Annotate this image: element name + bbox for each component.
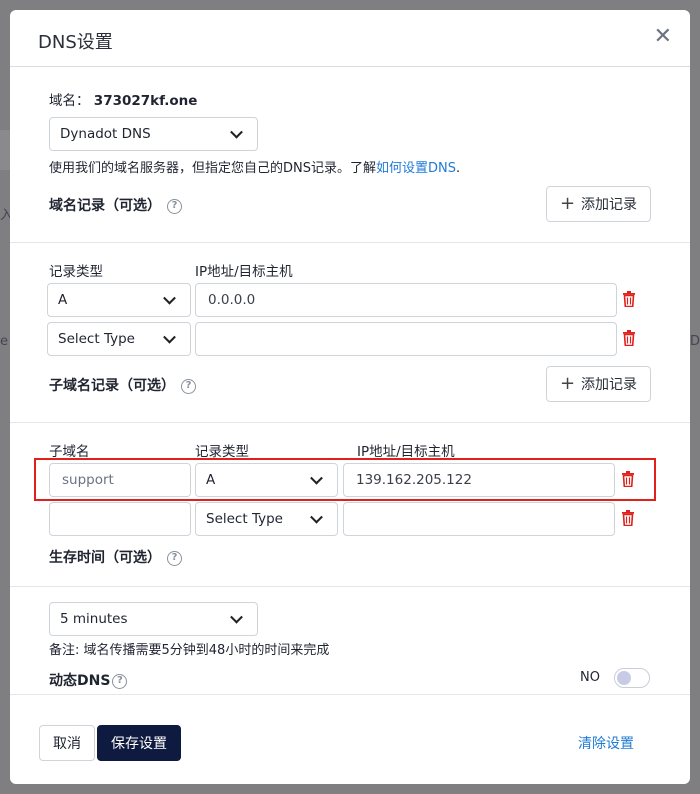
clear-settings-link[interactable]: 清除设置 (570, 725, 642, 761)
background-text: e (0, 334, 8, 349)
record-type-value: A (58, 292, 68, 308)
add-record-label: 添加记录 (581, 197, 638, 213)
chevron-down-icon (163, 330, 176, 344)
cancel-button[interactable]: 取消 (39, 725, 95, 761)
chevron-down-icon (230, 125, 243, 139)
record-type-select[interactable]: A (47, 283, 191, 317)
info-text: 使用我们的域名服务器，但指定您自己的DNS记录。了解 (49, 161, 376, 176)
dynamic-dns-state: NO (580, 670, 600, 685)
ttl-title: 生存时间（可选） (49, 550, 161, 566)
divider (10, 694, 690, 695)
help-icon[interactable]: ? (167, 198, 182, 214)
record-type-select[interactable]: Select Type (47, 322, 191, 356)
ttl-value: 5 minutes (60, 611, 128, 627)
ip-target-value: 0.0.0.0 (208, 292, 256, 308)
add-record-label: 添加记录 (581, 377, 638, 393)
background-strip (0, 130, 10, 170)
modal-header: DNS设置 ✕ (10, 10, 690, 67)
trash-icon[interactable] (622, 330, 636, 346)
add-domain-record-button[interactable]: + 添加记录 (546, 186, 651, 222)
domain-label: 域名： (49, 93, 90, 109)
help-icon[interactable]: ? (112, 673, 128, 689)
dynamic-dns-heading: 动态DNS? (49, 670, 128, 690)
ttl-select[interactable]: 5 minutes (49, 602, 258, 636)
add-subdomain-record-button[interactable]: + 添加记录 (546, 366, 651, 402)
divider (10, 422, 690, 423)
divider (10, 242, 690, 243)
subdomain-input[interactable] (49, 502, 191, 536)
record-type-value: Select Type (206, 511, 283, 527)
toggle-knob (617, 671, 631, 685)
dns-type-select[interactable]: Dynadot DNS (49, 117, 258, 151)
subdomain-records-title: 子域名记录（可选） (49, 378, 175, 394)
col-ip-target: IP地址/目标主机 (195, 264, 293, 280)
ip-target-input[interactable] (343, 502, 615, 536)
col-ip-target: IP地址/目标主机 (357, 444, 455, 460)
domain-records-heading: 域名记录（可选）? (49, 195, 182, 215)
divider (10, 586, 690, 587)
dns-info-text: 使用我们的域名服务器，但指定您自己的DNS记录。了解如何设置DNS. (49, 157, 460, 176)
background-text: D (690, 334, 700, 349)
modal-title: DNS设置 (38, 32, 113, 53)
domain-records-title: 域名记录（可选） (49, 198, 161, 214)
dns-type-value: Dynadot DNS (60, 126, 151, 142)
how-to-setup-dns-link[interactable]: 如何设置DNS (376, 161, 456, 176)
plus-icon: + (559, 373, 576, 394)
help-icon[interactable]: ? (181, 378, 196, 394)
record-type-select[interactable]: Select Type (195, 502, 338, 536)
save-settings-button[interactable]: 保存设置 (97, 725, 181, 761)
col-record-type: 记录类型 (195, 444, 249, 460)
dynamic-dns-toggle[interactable] (614, 668, 650, 688)
ip-target-input[interactable]: 0.0.0.0 (195, 283, 617, 317)
chevron-down-icon (230, 610, 243, 624)
ip-target-input[interactable] (195, 322, 617, 356)
trash-icon[interactable] (621, 510, 635, 526)
chevron-down-icon (310, 510, 323, 524)
chevron-down-icon (163, 291, 176, 305)
subdomain-records-heading: 子域名记录（可选）? (49, 375, 196, 395)
dynamic-dns-title: 动态DNS (49, 673, 111, 689)
domain-line: 域名： 373027kf.one (49, 89, 197, 109)
col-record-type: 记录类型 (49, 264, 103, 280)
help-icon[interactable]: ? (167, 550, 182, 566)
domain-value: 373027kf.one (93, 93, 198, 109)
info-end: . (456, 161, 461, 176)
plus-icon: + (559, 193, 576, 214)
ttl-note: 备注: 域名传播需要5分钟到48小时的时间来完成 (49, 643, 330, 658)
ttl-heading: 生存时间（可选）? (49, 547, 182, 567)
record-type-value: Select Type (58, 331, 135, 347)
col-subdomain: 子域名 (49, 444, 90, 460)
dns-settings-modal: DNS设置 ✕ 域名： 373027kf.one Dynadot DNS 使用我… (10, 10, 690, 784)
trash-icon[interactable] (622, 291, 636, 307)
close-icon[interactable]: ✕ (654, 26, 672, 48)
highlight-box (34, 458, 656, 501)
